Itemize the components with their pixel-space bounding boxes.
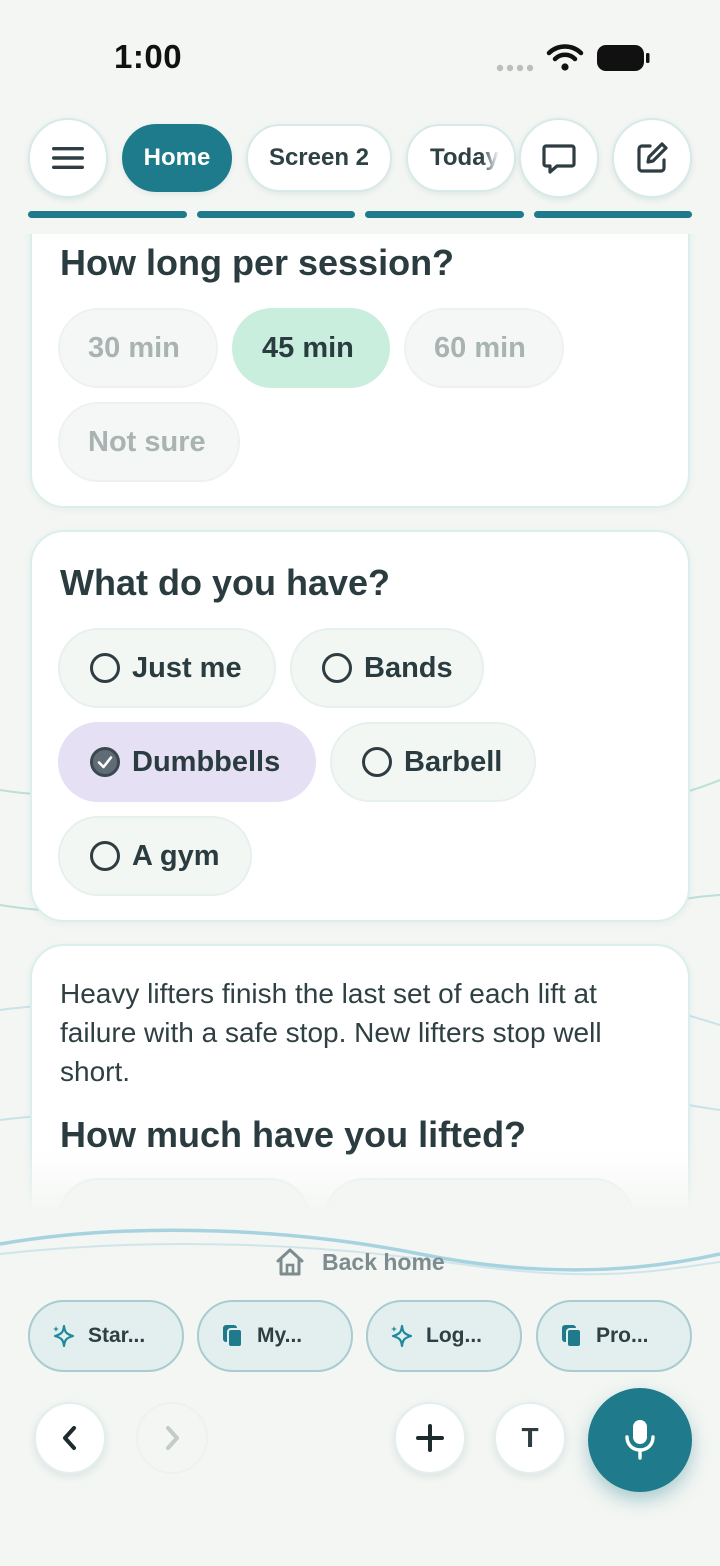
forward-button[interactable]	[136, 1402, 208, 1474]
compose-button[interactable]	[612, 118, 692, 198]
app-screen: 1:00 Home Screen 2 Today How long per se…	[0, 0, 720, 1566]
status-time: 1:00	[114, 38, 183, 75]
chevron-left-icon	[63, 1426, 76, 1450]
chat-button[interactable]	[519, 118, 599, 198]
quick-action-label: My...	[257, 1324, 303, 1347]
option-barbell[interactable]: Barbell	[330, 722, 536, 802]
option-60-min[interactable]: 60 min	[404, 308, 564, 388]
checked-radio-icon	[90, 747, 120, 777]
tab-screen-2-label: Screen 2	[268, 144, 370, 171]
radio-icon	[90, 653, 120, 683]
radio-icon	[322, 653, 352, 683]
option-label: 45 min	[262, 331, 354, 364]
lifting-description: Heavy lifters finish the last set of eac…	[60, 978, 602, 1087]
option-just-me[interactable]: Just me	[58, 628, 276, 708]
equipment-card: What do you have? Just me Bands Dumbbell…	[30, 530, 690, 922]
microphone-button[interactable]	[588, 1388, 692, 1492]
back-home-label: Back home	[322, 1248, 445, 1275]
scroll-content[interactable]: How long per session? 30 min 45 min 60 m…	[0, 234, 720, 1208]
session-length-title: How long per session?	[60, 242, 455, 283]
back-button[interactable]	[34, 1402, 106, 1474]
option-dumbbells[interactable]: Dumbbells	[58, 722, 316, 802]
quick-action-label: Log...	[426, 1324, 482, 1347]
progress-segment	[533, 211, 692, 218]
battery-icon	[597, 45, 650, 71]
copy-icon	[223, 1325, 243, 1348]
option-label: 30 min	[88, 331, 180, 364]
progress-segment	[28, 211, 187, 218]
chat-bubble-icon	[542, 144, 576, 174]
option-label: Just me	[132, 651, 242, 684]
add-button[interactable]	[394, 1402, 466, 1474]
option-bands[interactable]: Bands	[290, 628, 484, 708]
chevron-right-icon	[166, 1426, 179, 1450]
option-label: Not sure	[88, 425, 206, 458]
radio-icon	[362, 747, 392, 777]
option-label: 60 min	[434, 331, 526, 364]
compose-icon	[637, 142, 668, 173]
home-icon	[276, 1248, 304, 1276]
text-button-label: T	[521, 1422, 539, 1453]
hamburger-icon	[52, 147, 84, 169]
quick-action-label: Star...	[88, 1324, 146, 1347]
quick-actions: Star... My... Log... Pro...	[28, 1300, 692, 1374]
quick-action-pro[interactable]: Pro...	[536, 1300, 692, 1372]
option-label: A gym	[132, 839, 220, 872]
tab-today-label: Today	[430, 144, 499, 171]
option-label: Dumbbells	[132, 745, 281, 778]
wifi-icon	[546, 44, 584, 71]
radio-icon	[90, 841, 120, 871]
signal-dots-icon	[496, 64, 534, 72]
tab-screen-2[interactable]: Screen 2	[246, 124, 392, 192]
copy-icon	[562, 1325, 582, 1348]
top-navigation: Home Screen 2 Today	[0, 116, 720, 206]
progress-segment	[196, 211, 355, 218]
option-30-min[interactable]: 30 min	[58, 308, 218, 388]
option-45-min[interactable]: 45 min	[232, 308, 390, 388]
status-bar: 1:00	[0, 0, 720, 110]
sparkle-icon	[391, 1324, 413, 1348]
option-not-sure[interactable]: Not sure	[58, 402, 240, 482]
option-label: Barbell	[404, 745, 503, 778]
option-a-gym[interactable]: A gym	[58, 816, 252, 896]
quick-action-my[interactable]: My...	[197, 1300, 353, 1372]
microphone-icon	[625, 1420, 655, 1460]
tab-home[interactable]: Home	[122, 124, 232, 192]
menu-button[interactable]	[28, 118, 108, 198]
session-length-card: How long per session? 30 min 45 min 60 m…	[30, 234, 690, 508]
option-label: Bands	[364, 651, 453, 684]
tab-today[interactable]: Today	[406, 124, 516, 192]
quick-action-start[interactable]: Star...	[28, 1300, 184, 1372]
text-input-button[interactable]: T	[494, 1402, 566, 1474]
back-home-link[interactable]: Back home	[274, 1244, 445, 1280]
quick-action-label: Pro...	[596, 1324, 649, 1347]
equipment-title: What do you have?	[60, 562, 391, 603]
sparkle-icon	[53, 1324, 75, 1348]
step-progress	[28, 211, 692, 219]
progress-segment	[365, 211, 524, 218]
plus-icon	[416, 1424, 444, 1452]
tab-home-label: Home	[143, 144, 211, 171]
quick-action-log[interactable]: Log...	[366, 1300, 522, 1372]
